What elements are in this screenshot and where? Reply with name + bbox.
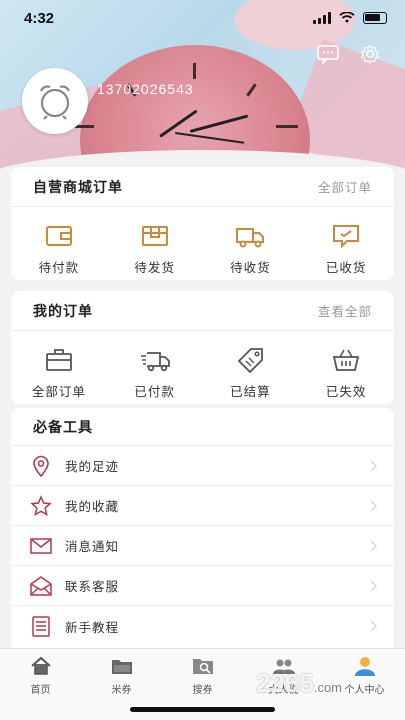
tools-card: 必备工具 我的足迹 我的收藏 消息通知 联系客服 新手教程 bbox=[11, 408, 394, 648]
tab-label: 个人中心 bbox=[344, 685, 385, 696]
user-phone: 13702026543 bbox=[97, 81, 194, 97]
self-orders-title: 自营商城订单 bbox=[33, 179, 123, 196]
tab-label: 搜券 bbox=[192, 685, 213, 696]
order-expired[interactable]: 已失效 bbox=[306, 345, 386, 400]
status-bar: 4:32 bbox=[0, 0, 405, 36]
order-status-label: 待收货 bbox=[230, 260, 271, 275]
status-icons bbox=[313, 12, 387, 24]
tool-label: 消息通知 bbox=[65, 539, 120, 554]
star-icon bbox=[30, 494, 52, 516]
tab-home[interactable]: 首页 bbox=[1, 649, 81, 720]
chevron-right-icon bbox=[370, 580, 378, 592]
home-icon bbox=[30, 656, 51, 675]
order-settled[interactable]: 已结算 bbox=[210, 345, 290, 400]
package-icon bbox=[141, 226, 168, 246]
chevron-right-icon bbox=[370, 460, 378, 472]
wifi-icon bbox=[339, 12, 355, 23]
self-orders-card: 自营商城订单 全部订单 待付款 待发货 待收货 已收货 bbox=[11, 167, 394, 280]
truck-icon bbox=[236, 228, 265, 248]
order-pending-receipt[interactable]: 待收货 bbox=[210, 221, 290, 276]
location-pin-icon bbox=[33, 455, 49, 477]
tool-label: 我的收藏 bbox=[65, 499, 120, 514]
message-icon[interactable] bbox=[316, 44, 340, 64]
tool-label: 联系客服 bbox=[65, 579, 120, 594]
tool-item-favorites[interactable]: 我的收藏 bbox=[11, 486, 394, 526]
alarm-clock-icon bbox=[40, 85, 70, 120]
order-status-label: 待付款 bbox=[38, 260, 80, 275]
user-icon bbox=[354, 657, 375, 676]
wallet-icon bbox=[45, 226, 72, 246]
chevron-right-icon bbox=[370, 620, 378, 632]
order-status-label: 已结算 bbox=[230, 384, 271, 399]
tool-label: 新手教程 bbox=[65, 619, 120, 635]
settings-icon[interactable] bbox=[358, 44, 382, 64]
my-orders-card: 我的订单 查看全部 全部订单 已付款 已结算 已失效 bbox=[11, 291, 394, 404]
chevron-right-icon bbox=[370, 540, 378, 552]
search-folder-icon bbox=[192, 659, 213, 674]
order-paid[interactable]: 已付款 bbox=[115, 345, 195, 400]
order-status-label: 已失效 bbox=[325, 384, 367, 399]
delivery-truck-icon bbox=[140, 352, 170, 372]
battery-icon bbox=[363, 12, 387, 24]
order-pending-shipment[interactable]: 待发货 bbox=[115, 221, 195, 276]
order-received[interactable]: 已收货 bbox=[306, 221, 386, 276]
tool-label: 我的足迹 bbox=[65, 459, 120, 474]
order-pending-payment[interactable]: 待付款 bbox=[19, 221, 99, 276]
home-indicator bbox=[130, 707, 275, 712]
tab-label: 首页 bbox=[30, 685, 51, 696]
view-all-link[interactable]: 查看全部 bbox=[318, 301, 372, 320]
tool-item-tutorial[interactable]: 新手教程 bbox=[11, 606, 394, 646]
status-time: 4:32 bbox=[24, 10, 55, 27]
message-box-icon bbox=[333, 225, 360, 249]
watermark: 2265.com bbox=[256, 668, 343, 698]
signal-icon bbox=[313, 12, 331, 24]
avatar[interactable] bbox=[22, 68, 88, 134]
document-list-icon bbox=[32, 616, 50, 637]
tool-item-notifications[interactable]: 消息通知 bbox=[11, 526, 394, 566]
tool-item-footprints[interactable]: 我的足迹 bbox=[11, 446, 394, 486]
order-status-label: 已收货 bbox=[325, 260, 367, 275]
tool-item-customer-service[interactable]: 联系客服 bbox=[11, 566, 394, 606]
tools-title: 必备工具 bbox=[33, 419, 93, 436]
chevron-right-icon bbox=[370, 500, 378, 512]
order-all[interactable]: 全部订单 bbox=[19, 345, 99, 400]
order-status-label: 已付款 bbox=[134, 384, 175, 399]
my-orders-title: 我的订单 bbox=[33, 303, 93, 320]
briefcase-icon bbox=[45, 349, 72, 371]
tab-label: 米券 bbox=[111, 685, 132, 696]
tag-icon bbox=[238, 348, 264, 373]
mail-open-icon bbox=[30, 575, 52, 596]
envelope-icon bbox=[30, 537, 52, 554]
order-status-label: 待发货 bbox=[134, 260, 175, 275]
order-status-label: 全部订单 bbox=[31, 384, 86, 399]
folder-icon bbox=[111, 660, 132, 674]
all-orders-link[interactable]: 全部订单 bbox=[318, 177, 372, 196]
basket-icon bbox=[332, 349, 360, 371]
